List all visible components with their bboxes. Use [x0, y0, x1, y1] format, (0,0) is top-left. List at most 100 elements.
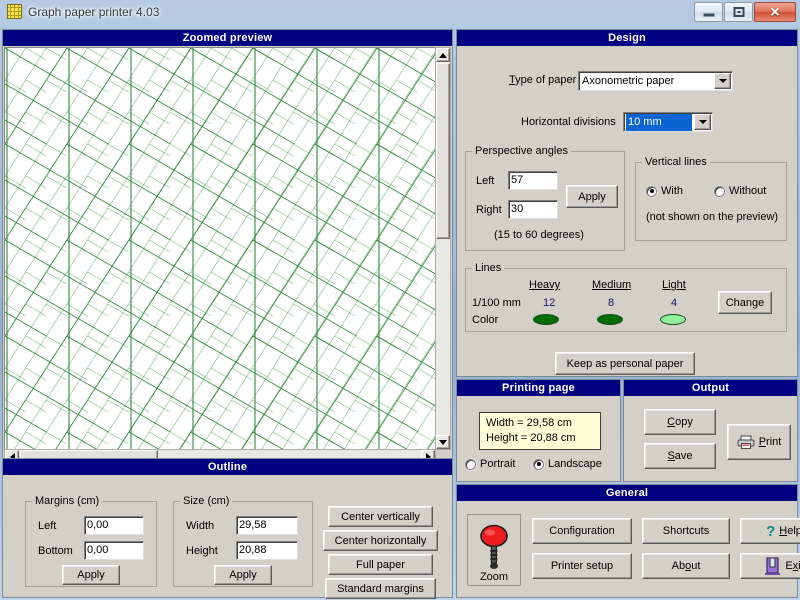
- save-button[interactable]: Save: [644, 443, 716, 469]
- outline-header: Outline: [3, 459, 452, 475]
- vertical-lines-note: (not shown on the preview): [646, 211, 778, 223]
- application-window: Graph paper printer 4.03 ✕ Zoomed previe…: [0, 0, 800, 600]
- radio-unselected-icon: [465, 459, 476, 470]
- center-horizontally-button[interactable]: Center horizontally: [323, 530, 438, 551]
- size-legend: Size (cm): [180, 495, 232, 507]
- vertical-scroll-thumb[interactable]: [436, 63, 450, 239]
- medium-color-swatch[interactable]: [597, 314, 623, 325]
- medium-value: 8: [608, 297, 614, 309]
- printing-page-panel: Printing page Width = 29,58 cm Height = …: [456, 379, 621, 482]
- general-header: General: [457, 485, 797, 501]
- minimize-icon: [703, 14, 714, 17]
- exit-door-icon: [764, 557, 781, 575]
- help-label: Help: [779, 525, 800, 537]
- graph-paper-icon: [7, 4, 22, 19]
- vertical-lines-group: Vertical lines With Without (not shown o…: [635, 162, 787, 241]
- exit-button[interactable]: Exit: [740, 553, 800, 579]
- minimize-button[interactable]: [694, 2, 723, 22]
- maximize-icon: [733, 7, 744, 17]
- left-angle-label: Left: [476, 175, 494, 187]
- chevron-down-icon[interactable]: [714, 73, 731, 89]
- portrait-label: Portrait: [480, 458, 515, 470]
- copy-label: Copy: [667, 416, 693, 428]
- vertical-lines-legend: Vertical lines: [642, 156, 710, 168]
- exit-label: Exit: [785, 560, 800, 572]
- copy-button[interactable]: Copy: [644, 409, 716, 435]
- help-button[interactable]: ? Help: [740, 518, 800, 544]
- type-of-paper-label: Type of paper: [509, 74, 576, 86]
- size-width-input[interactable]: 29,58: [236, 516, 298, 535]
- portrait-radio[interactable]: Portrait: [465, 458, 515, 470]
- save-label: Save: [667, 450, 692, 462]
- radio-unselected-icon: [714, 186, 725, 197]
- center-vertically-button[interactable]: Center vertically: [328, 506, 433, 527]
- type-of-paper-value: Axonometric paper: [582, 73, 712, 90]
- horizontal-divisions-select[interactable]: 10 mm: [623, 112, 713, 132]
- landscape-radio[interactable]: Landscape: [533, 458, 602, 470]
- light-header: Light: [662, 279, 686, 291]
- right-angle-label: Right: [476, 204, 502, 216]
- preview-canvas[interactable]: [4, 47, 436, 450]
- left-angle-input[interactable]: 57: [508, 171, 558, 190]
- printing-page-header: Printing page: [457, 380, 620, 396]
- light-value: 4: [671, 297, 677, 309]
- full-paper-button[interactable]: Full paper: [328, 554, 433, 575]
- chevron-down-icon: [439, 440, 447, 445]
- margin-left-label: Left: [38, 520, 56, 532]
- print-label: Print: [759, 436, 782, 448]
- vertical-lines-without-label: Without: [729, 185, 766, 197]
- size-apply-button[interactable]: Apply: [214, 565, 272, 585]
- keep-as-personal-paper-button[interactable]: Keep as personal paper: [555, 352, 695, 375]
- size-width-label: Width: [186, 520, 214, 532]
- change-colors-button[interactable]: Change: [718, 291, 772, 314]
- margin-bottom-input[interactable]: 0,00: [84, 541, 144, 560]
- heavy-header: Heavy: [529, 279, 560, 291]
- axonometric-grid: [5, 48, 435, 449]
- perspective-angles-group: Perspective angles Left 57 Right 30 Appl…: [465, 151, 625, 251]
- preview-panel: Zoomed preview: [2, 29, 453, 467]
- perspective-angles-legend: Perspective angles: [472, 145, 571, 157]
- about-label: About: [672, 560, 701, 572]
- vertical-lines-with-label: With: [661, 185, 683, 197]
- preview-vertical-scrollbar[interactable]: [435, 47, 451, 450]
- type-of-paper-select[interactable]: Axonometric paper: [578, 71, 733, 91]
- vertical-lines-with-radio[interactable]: With: [646, 185, 683, 197]
- standard-margins-button[interactable]: Standard margins: [325, 578, 436, 599]
- perspective-apply-button[interactable]: Apply: [566, 185, 618, 208]
- close-icon: ✕: [770, 6, 781, 19]
- output-panel: Output Copy Save Print: [623, 379, 798, 482]
- page-size-display: Width = 29,58 cm Height = 20,88 cm: [479, 412, 601, 450]
- zoom-button[interactable]: Zoom: [467, 514, 521, 586]
- print-button[interactable]: Print: [727, 424, 791, 460]
- title-bar: Graph paper printer 4.03 ✕: [0, 0, 800, 26]
- light-color-swatch[interactable]: [660, 314, 686, 325]
- horizontal-divisions-label: Horizontal divisions: [521, 116, 616, 128]
- lines-group: Lines Heavy Medium Light 1/100 mm 12 8 4…: [465, 268, 787, 332]
- close-button[interactable]: ✕: [754, 2, 796, 22]
- size-height-label: Height: [186, 545, 218, 557]
- size-height-input[interactable]: 20,88: [236, 541, 298, 560]
- printer-setup-button[interactable]: Printer setup: [532, 553, 632, 579]
- right-angle-input[interactable]: 30: [508, 200, 558, 219]
- preview-header: Zoomed preview: [3, 30, 452, 46]
- chevron-down-icon[interactable]: [694, 114, 711, 130]
- about-button[interactable]: About: [642, 553, 730, 579]
- shortcuts-button[interactable]: Shortcuts: [642, 518, 730, 544]
- maximize-button[interactable]: [724, 2, 753, 22]
- zoom-label: Zoom: [480, 571, 508, 583]
- heavy-color-swatch[interactable]: [533, 314, 559, 325]
- configuration-button[interactable]: Configuration: [532, 518, 632, 544]
- margins-apply-button[interactable]: Apply: [62, 565, 120, 585]
- margin-left-input[interactable]: 0,00: [84, 516, 144, 535]
- design-panel: Design Type of paper Axonometric paper H…: [456, 29, 798, 377]
- chevron-up-icon: [439, 53, 447, 58]
- question-mark-icon: ?: [766, 524, 775, 539]
- scroll-up-button[interactable]: [436, 48, 450, 62]
- margins-group: Margins (cm) Left 0,00 Bottom 0,00 Apply: [25, 501, 157, 587]
- margins-legend: Margins (cm): [32, 495, 102, 507]
- radio-selected-icon: [646, 186, 657, 197]
- general-panel: General Zoom Configuration Shortcuts ? H…: [456, 484, 798, 598]
- scroll-down-button[interactable]: [436, 435, 450, 449]
- vertical-lines-without-radio[interactable]: Without: [714, 185, 766, 197]
- medium-header: Medium: [592, 279, 631, 291]
